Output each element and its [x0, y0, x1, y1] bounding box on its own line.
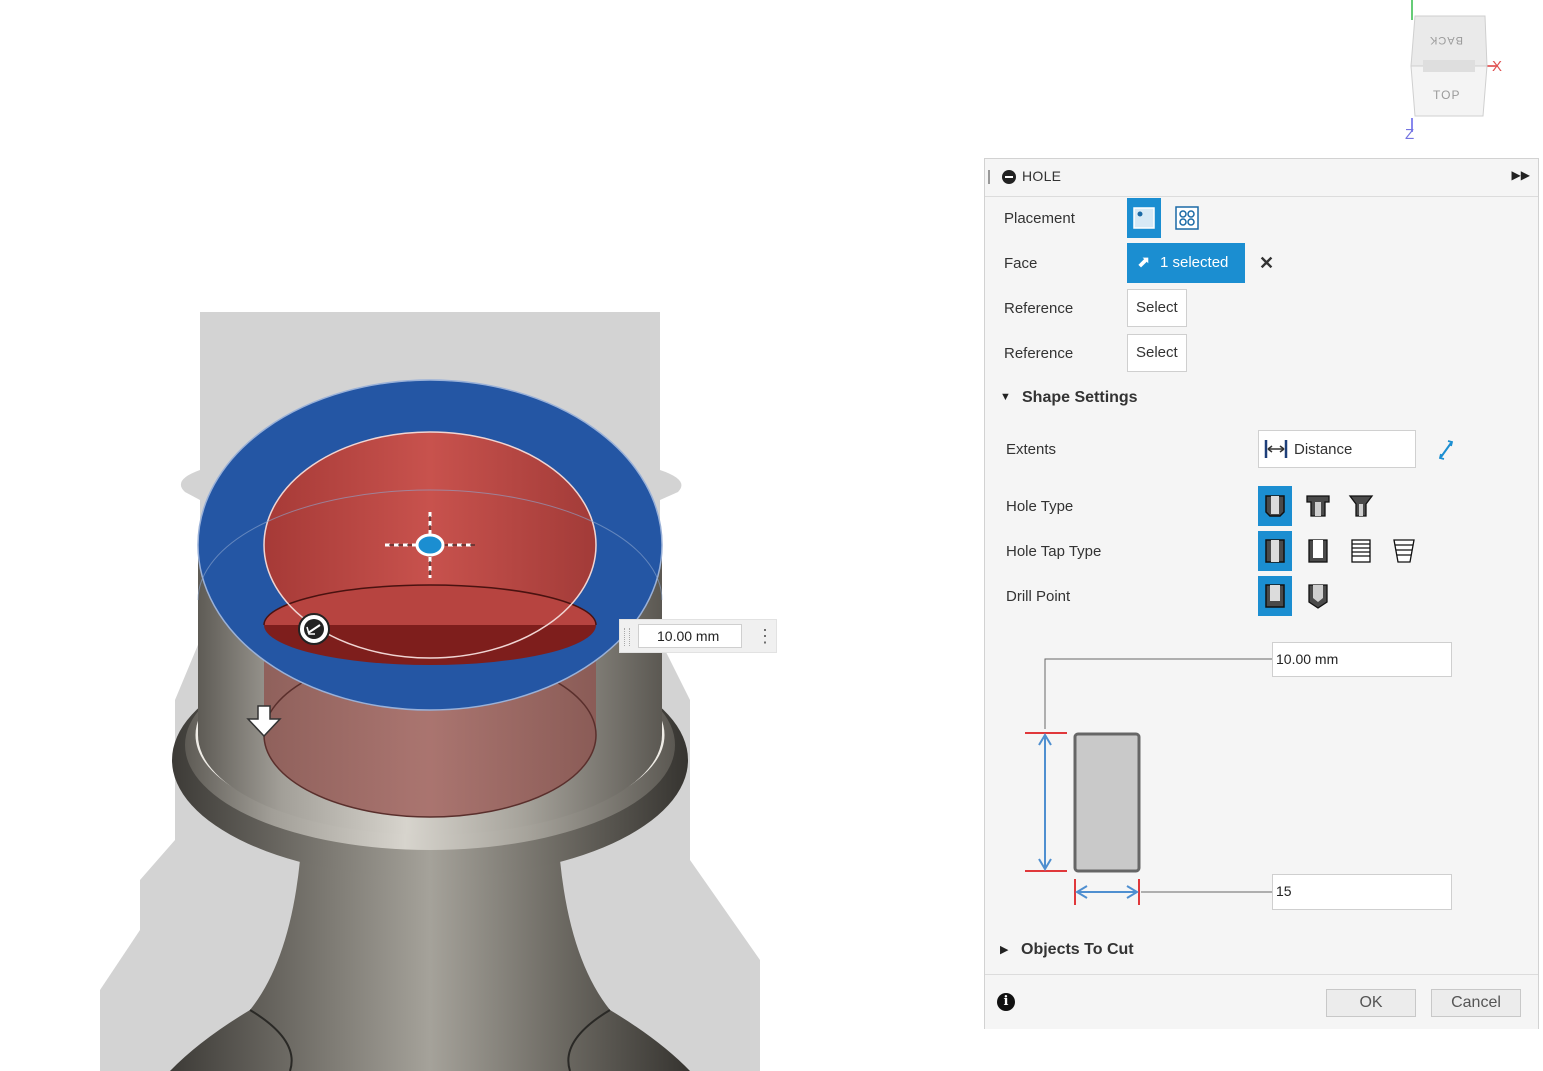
face-selection-button[interactable]: ⬈ 1 selected	[1127, 243, 1245, 283]
model-canvas[interactable]	[0, 0, 980, 1071]
face-label: Face	[1004, 255, 1038, 272]
reference-2-label: Reference	[1004, 345, 1074, 362]
flip-direction-icon[interactable]	[1436, 437, 1458, 463]
placement-label: Placement	[1004, 210, 1075, 227]
hole-dialog: HOLE ▶▶ Placement Face ⬈ 1 selected ✕ Re…	[984, 158, 1539, 1029]
tap-type-tapped-button[interactable]	[1344, 531, 1378, 571]
cursor-arrow-icon: ⬈	[1137, 254, 1151, 271]
hole-type-simple-button[interactable]	[1258, 486, 1292, 526]
dialog-header[interactable]: HOLE ▶▶	[985, 159, 1538, 197]
reference-1-select-button[interactable]: Select	[1127, 289, 1187, 327]
diameter-handle[interactable]	[298, 613, 330, 645]
drill-point-label: Drill Point	[1006, 588, 1071, 605]
view-cube-top-label[interactable]: TOP	[1433, 88, 1460, 102]
multiple-holes-button[interactable]	[1170, 200, 1204, 240]
dimension-input-box[interactable]: 10.00 mm ⋮	[619, 619, 777, 653]
drill-point-flat-button[interactable]	[1258, 576, 1292, 616]
reference-2-select-button[interactable]: Select	[1127, 334, 1187, 372]
tap-type-taper-tapped-button[interactable]	[1387, 531, 1421, 571]
expand-triangle-icon[interactable]: ▶	[1000, 943, 1008, 956]
cancel-button[interactable]: Cancel	[1431, 989, 1521, 1017]
single-hole-button[interactable]	[1127, 198, 1161, 238]
tap-type-clearance-button[interactable]	[1301, 531, 1335, 571]
dimension-input[interactable]: 10.00 mm	[638, 624, 742, 648]
hole-type-label: Hole Type	[1006, 498, 1074, 515]
distance-icon	[1264, 440, 1288, 458]
clear-selection-close-icon[interactable]: ✕	[1259, 253, 1274, 274]
hole-type-counterbore-button[interactable]	[1301, 486, 1335, 526]
diameter-input[interactable]: 15	[1272, 874, 1452, 910]
depth-input[interactable]: 10.00 mm	[1272, 642, 1452, 677]
dialog-footer: i OK Cancel	[985, 974, 1538, 1029]
extents-dropdown[interactable]: Distance	[1258, 430, 1416, 468]
objects-to-cut-header[interactable]: Objects To Cut	[1021, 941, 1134, 959]
dialog-title: HOLE	[1022, 168, 1062, 184]
reference-1-label: Reference	[1004, 300, 1074, 317]
axis-x-label: X	[1492, 58, 1503, 75]
axis-z-label: Z	[1405, 126, 1415, 143]
drag-handle-icon[interactable]	[988, 170, 990, 184]
more-options-icon[interactable]: ⋮	[756, 626, 774, 648]
extents-label: Extents	[1006, 441, 1057, 458]
expand-icon[interactable]: ▶▶	[1512, 168, 1530, 182]
extents-value: Distance	[1294, 441, 1353, 458]
view-cube-back-label[interactable]: BACK	[1429, 34, 1463, 46]
hole-dimension-diagram	[1025, 658, 1273, 905]
collapse-triangle-icon[interactable]: ▼	[1000, 391, 1011, 403]
shape-settings-header[interactable]: Shape Settings	[1022, 389, 1138, 407]
drill-point-angle-button[interactable]	[1301, 576, 1335, 616]
view-cube[interactable]: BACK TOP X Z	[1385, 0, 1525, 150]
hole-icon	[1002, 170, 1016, 184]
hole-tap-type-label: Hole Tap Type	[1006, 543, 1102, 560]
tap-type-simple-button[interactable]	[1258, 531, 1292, 571]
face-selection-value: 1 selected	[1160, 254, 1229, 271]
info-icon[interactable]: i	[997, 993, 1015, 1011]
drag-grip-icon[interactable]	[624, 628, 630, 646]
hole-type-countersink-button[interactable]	[1344, 486, 1378, 526]
ok-button[interactable]: OK	[1326, 989, 1416, 1017]
